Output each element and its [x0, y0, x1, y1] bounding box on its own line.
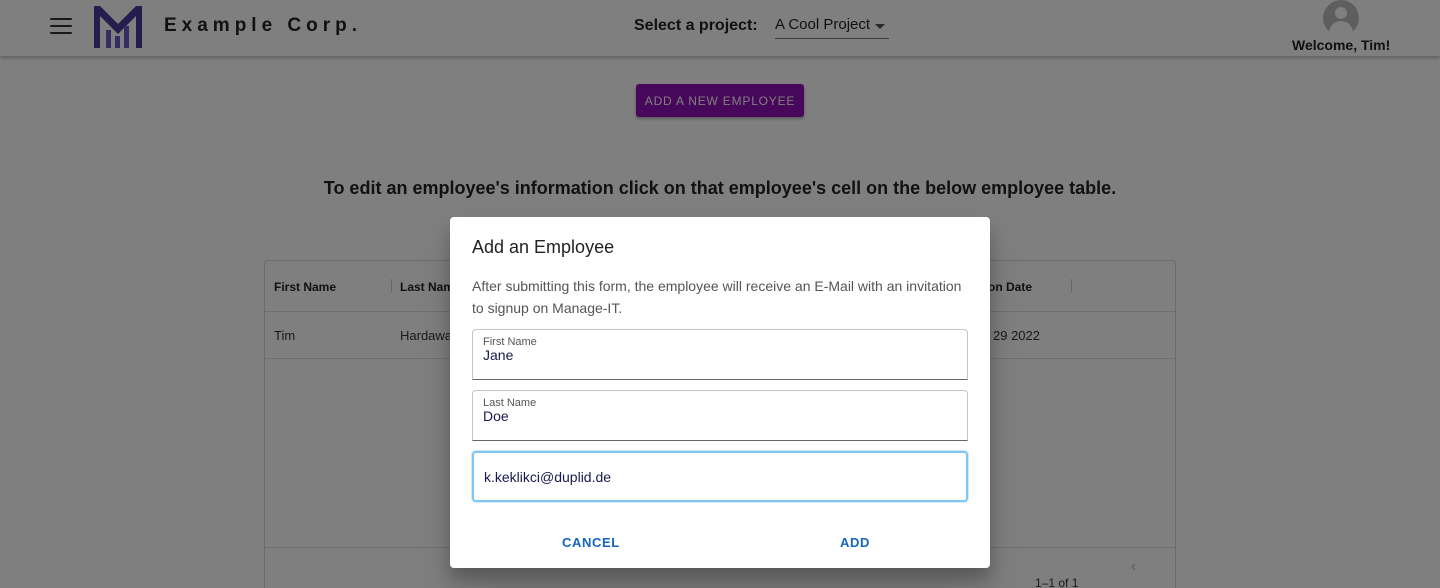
email-field[interactable]: k.keklikci@duplid.de — [472, 451, 968, 502]
first-name-field[interactable]: First Name Jane — [472, 329, 968, 380]
add-employee-dialog: Add an Employee After submitting this fo… — [450, 217, 990, 568]
first-name-input[interactable]: Jane — [483, 347, 953, 363]
dialog-title: Add an Employee — [472, 237, 615, 257]
dialog-description: After submitting this form, the employee… — [472, 278, 962, 316]
last-name-field[interactable]: Last Name Doe — [472, 390, 968, 441]
cancel-button[interactable]: CANCEL — [562, 535, 620, 550]
email-input[interactable]: k.keklikci@duplid.de — [484, 469, 954, 485]
add-button[interactable]: ADD — [840, 535, 870, 550]
last-name-input[interactable]: Doe — [483, 408, 953, 424]
